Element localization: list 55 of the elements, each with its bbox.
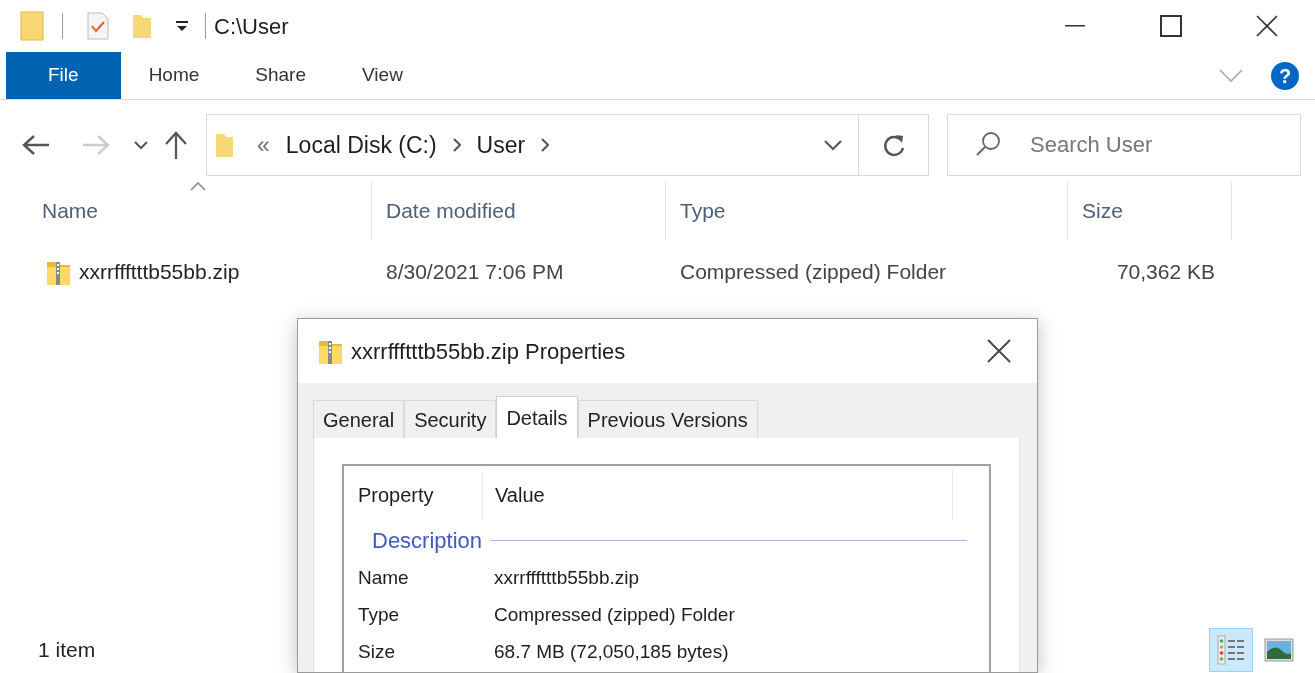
- ribbon-tab[interactable]: View: [334, 52, 431, 99]
- property-name: Name: [358, 566, 410, 591]
- chevron-down-icon[interactable]: [824, 139, 842, 151]
- search-field[interactable]: Search User: [947, 114, 1301, 176]
- forward-arrow-icon: [82, 134, 110, 156]
- table-cell-text: 8/30/2021 7:06 PM: [385, 259, 565, 286]
- dialog-tab[interactable]: Details: [496, 396, 578, 438]
- property-value: xxrrffftttb55bb.zip: [494, 566, 640, 591]
- dropdown-icon[interactable]: [175, 19, 189, 33]
- dialog-title: xxrrffftttb55bb.zip Properties: [351, 337, 626, 366]
- column-header[interactable]: Type: [666, 182, 1068, 240]
- dialog-tab[interactable]: Security: [404, 400, 497, 438]
- address-bar[interactable]: « Local Disk (C:) User: [206, 114, 929, 176]
- breadcrumb[interactable]: User: [476, 127, 526, 163]
- property-value: Compressed (zipped) Folder: [494, 603, 735, 628]
- ribbon-tab[interactable]: Share: [227, 52, 334, 99]
- chevron-right-icon[interactable]: [452, 138, 461, 152]
- up-arrow-icon: [164, 131, 188, 159]
- dialog-tab[interactable]: General: [313, 400, 405, 438]
- column-header[interactable]: Property: [358, 470, 483, 520]
- column-header[interactable]: Value: [483, 470, 953, 520]
- property-value: 68.7 MB (72,050,185 bytes): [494, 640, 729, 665]
- sort-ascending-icon[interactable]: [190, 182, 206, 191]
- column-header[interactable]: Date modified: [372, 182, 666, 240]
- column-header[interactable]: Name: [28, 182, 372, 240]
- close-icon: [987, 339, 1011, 363]
- breadcrumb[interactable]: Local Disk (C:): [285, 127, 437, 163]
- image-icon: [1264, 638, 1294, 662]
- property-name: Size: [358, 640, 396, 665]
- column-header[interactable]: Size: [1068, 182, 1232, 240]
- table-cell-text: 70,362 KB: [1115, 259, 1216, 286]
- item-count: 1 item: [38, 637, 96, 664]
- window-title: C:\User: [214, 12, 289, 41]
- chevron-down-icon: [1219, 68, 1243, 83]
- minimize-icon: [1065, 25, 1085, 27]
- group-heading: Description: [372, 526, 483, 555]
- ribbon-tab[interactable]: Home: [120, 52, 228, 99]
- chevron-down-icon: [134, 140, 148, 150]
- ribbon-tab[interactable]: File: [6, 52, 121, 99]
- view-button[interactable]: [1209, 628, 1253, 672]
- chevron-right-icon[interactable]: [541, 138, 550, 152]
- file-name[interactable]: xxrrffftttb55bb.zip: [79, 256, 240, 288]
- details-view-icon: [1216, 635, 1246, 665]
- dialog-tab[interactable]: Previous Versions: [577, 400, 758, 438]
- properties-icon[interactable]: [87, 12, 109, 40]
- search-icon: [975, 131, 1001, 157]
- table-cell-text: Compressed (zipped) Folder: [679, 259, 948, 286]
- refresh-icon: [881, 132, 906, 158]
- close-icon: [1256, 15, 1278, 37]
- maximize-icon: [1160, 15, 1182, 37]
- overflow-chevron[interactable]: «: [257, 127, 270, 163]
- help-button[interactable]: ?: [1271, 61, 1299, 90]
- property-name: Type: [358, 603, 401, 628]
- back-arrow-icon: [22, 134, 50, 156]
- folder-icon: [215, 132, 233, 158]
